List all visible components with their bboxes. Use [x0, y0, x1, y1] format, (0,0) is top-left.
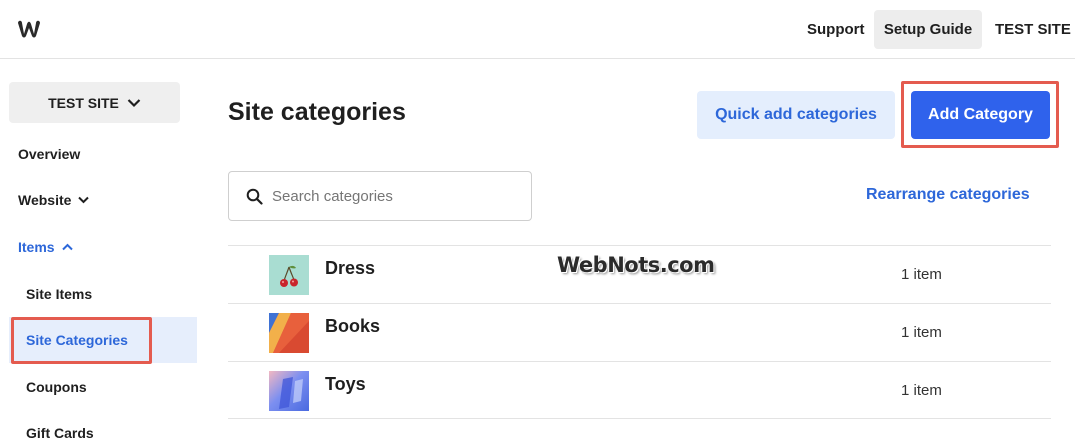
category-count: 1 item — [901, 324, 942, 341]
sidebar-item-label: Gift Cards — [26, 425, 94, 441]
category-name[interactable]: Toys — [325, 374, 366, 395]
cherry-image — [269, 255, 309, 295]
top-bar: Support Setup Guide TEST SITE — [0, 0, 1075, 59]
sidebar-item-label: Coupons — [26, 379, 87, 395]
rearrange-categories-link[interactable]: Rearrange categories — [866, 186, 1030, 204]
weebly-logo-icon[interactable] — [16, 19, 42, 39]
highlight-box — [901, 81, 1059, 148]
setup-guide-button[interactable]: Setup Guide — [874, 10, 982, 49]
page-title: Site categories — [228, 98, 406, 126]
sidebar-item-items[interactable]: Items — [18, 239, 73, 255]
toys-image — [269, 371, 309, 411]
sidebar-item-label: Overview — [18, 146, 81, 162]
sidebar-item-coupons[interactable]: Coupons — [26, 379, 87, 395]
watermark: WebNots.com — [557, 253, 715, 277]
highlight-box — [11, 317, 152, 364]
category-name[interactable]: Dress — [325, 258, 375, 279]
chevron-down-icon — [127, 98, 141, 107]
table-row[interactable]: Toys 1 item — [228, 361, 1051, 419]
search-box — [228, 171, 532, 221]
sidebar-item-gift-cards[interactable]: Gift Cards — [26, 425, 94, 441]
site-selector-label: TEST SITE — [48, 94, 119, 111]
sidebar-item-overview[interactable]: Overview — [18, 146, 80, 162]
search-input[interactable] — [272, 187, 512, 205]
table-row[interactable]: Books 1 item — [228, 303, 1051, 361]
chevron-down-icon — [78, 196, 90, 204]
sidebar-item-site-items[interactable]: Site Items — [26, 286, 92, 302]
chevron-up-icon — [61, 243, 73, 251]
quick-add-categories-button[interactable]: Quick add categories — [697, 91, 895, 139]
category-name[interactable]: Books — [325, 316, 380, 337]
site-name-link[interactable]: TEST SITE — [995, 0, 1071, 59]
category-count: 1 item — [901, 266, 942, 283]
site-selector[interactable]: TEST SITE — [9, 82, 180, 123]
sidebar-item-website[interactable]: Website — [18, 192, 90, 208]
sidebar-item-label: Site Items — [26, 286, 93, 302]
books-image — [269, 313, 309, 353]
category-count: 1 item — [901, 382, 942, 399]
sidebar-item-label: Items — [18, 239, 55, 255]
sidebar: TEST SITE Overview Website Items Site It… — [0, 60, 197, 445]
sidebar-item-label: Website — [18, 192, 72, 208]
search-icon — [246, 188, 263, 205]
support-link[interactable]: Support — [807, 0, 865, 59]
